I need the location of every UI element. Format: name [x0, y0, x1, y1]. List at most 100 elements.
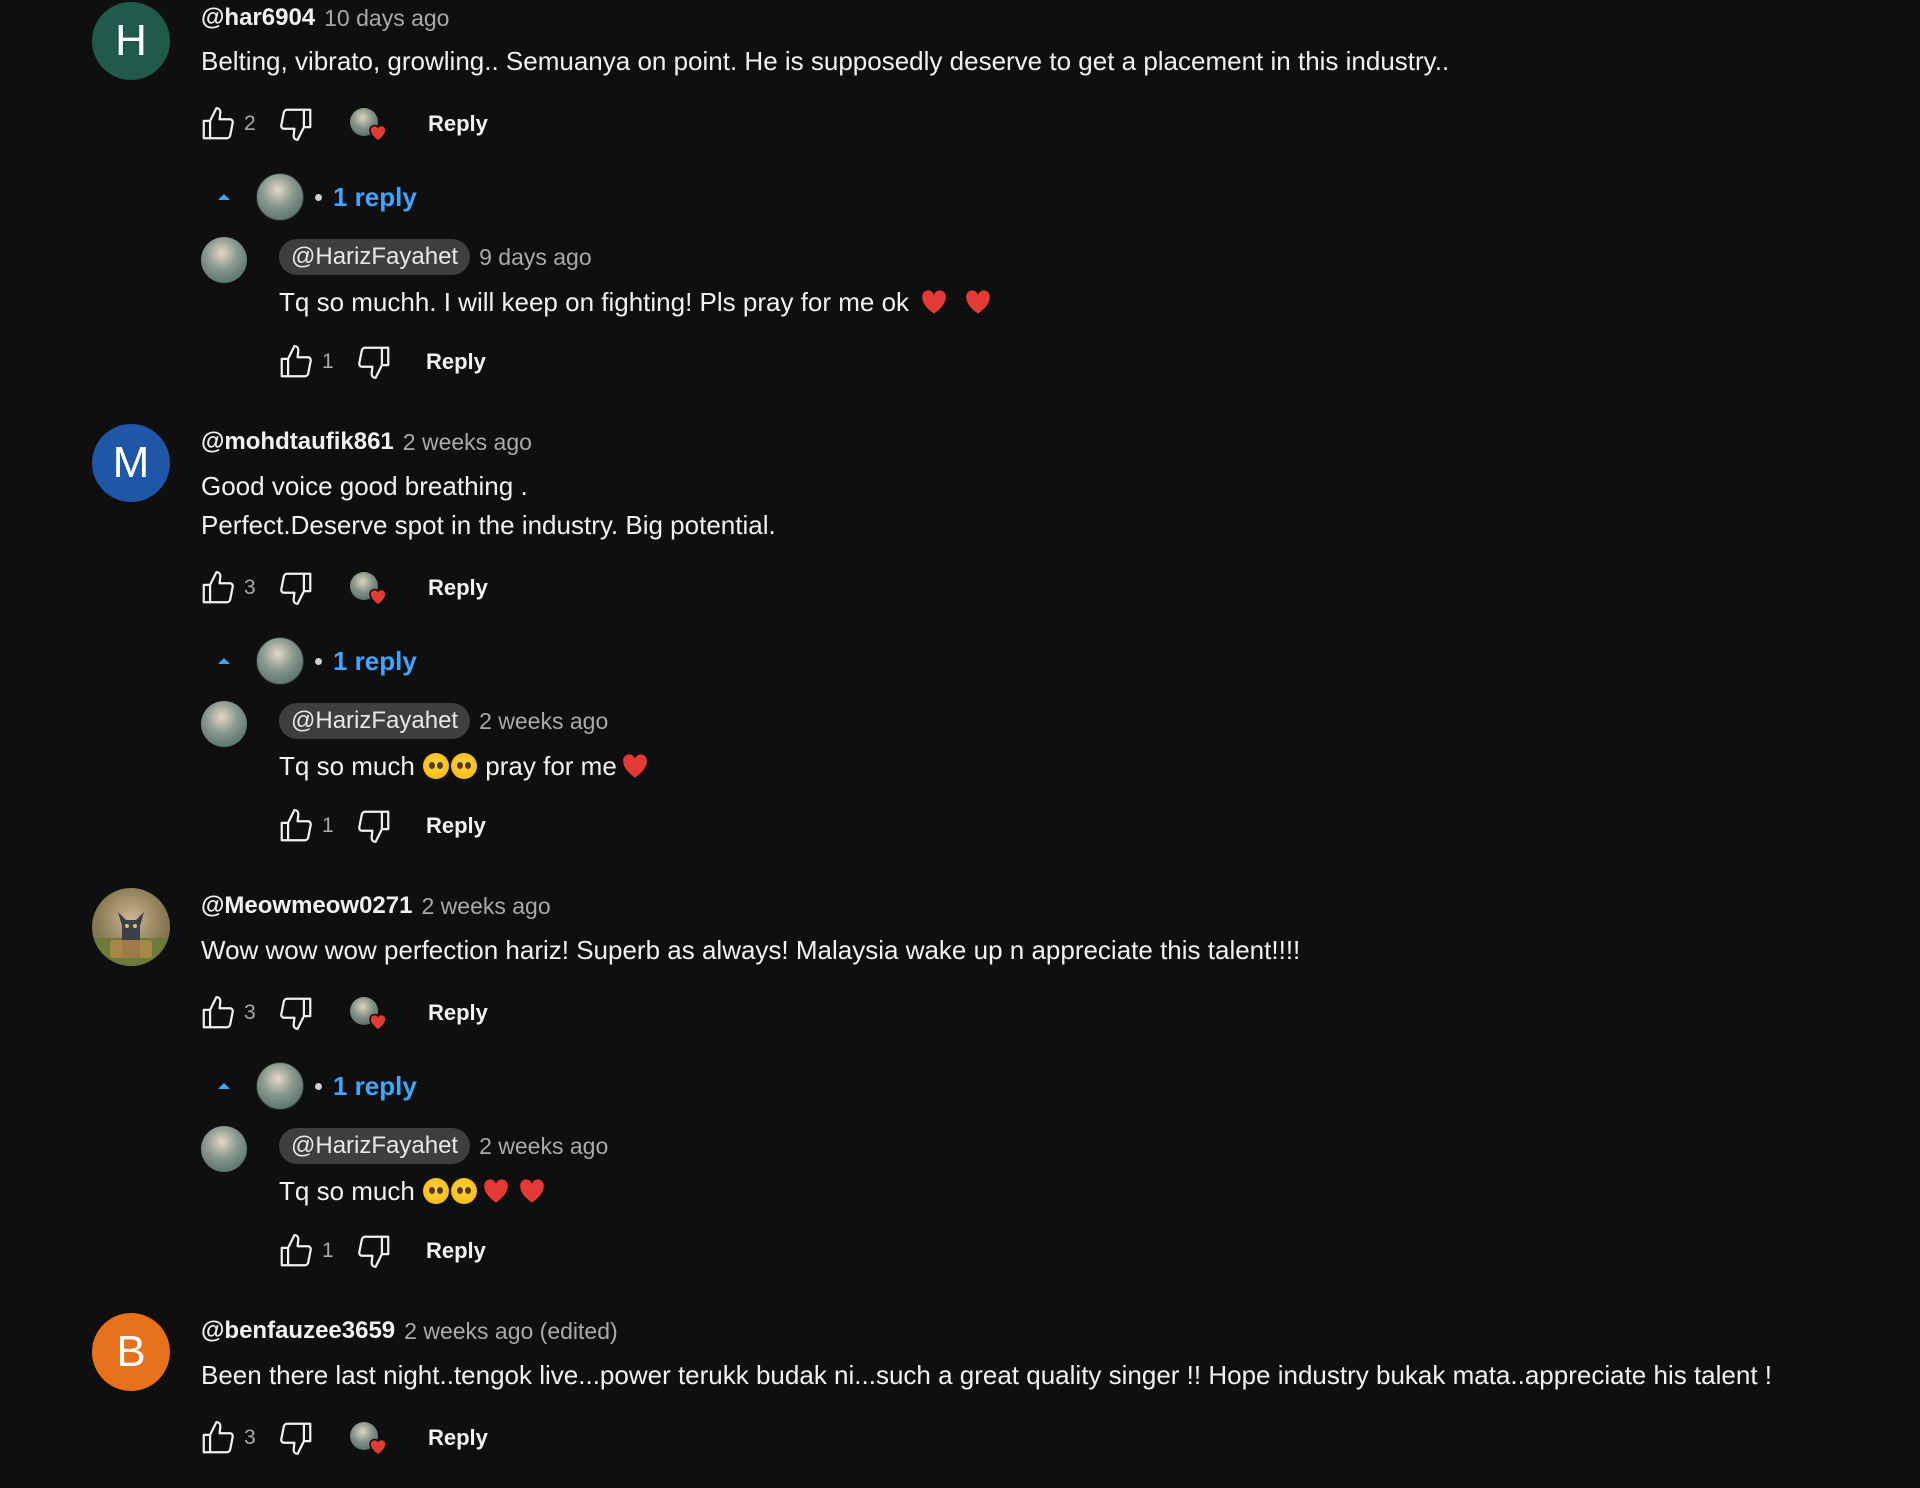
avatar[interactable]: M	[92, 424, 170, 502]
comment-author[interactable]: @har6904	[201, 4, 315, 32]
reply-text: Tq so muchh. I will keep on fighting! Pl…	[279, 283, 996, 322]
reply-author-chip[interactable]: @HarizFayahet	[279, 1128, 471, 1164]
reply-author-avatar[interactable]	[201, 1126, 247, 1172]
thumb-up-icon	[280, 809, 312, 842]
reply-time[interactable]: 2 weeks ago	[479, 708, 608, 735]
dislike-button[interactable]	[274, 1416, 318, 1460]
reply-button[interactable]: Reply	[426, 1238, 486, 1264]
like-count: 3	[244, 1001, 256, 1024]
like-button[interactable]	[274, 340, 318, 384]
reply-actions: 1 Reply	[274, 1229, 486, 1273]
comment-actions: 2 Reply	[196, 102, 488, 146]
creator-heart-badge	[346, 991, 390, 1035]
comment-author[interactable]: @benfauzee3659	[201, 1317, 395, 1345]
replies-toggle[interactable]: 1 reply	[212, 636, 417, 686]
thumb-down-icon	[280, 108, 312, 141]
replies-toggle[interactable]: 1 reply	[212, 172, 417, 222]
comment-time[interactable]: 2 weeks ago	[403, 429, 532, 456]
pleading-face-emoji	[423, 753, 450, 779]
comment-text-line: Perfect.Deserve spot in the industry. Bi…	[201, 510, 776, 540]
replies-count-link[interactable]: 1 reply	[333, 182, 417, 213]
caret-up-icon	[218, 658, 230, 664]
separator-dot	[315, 1082, 322, 1090]
comment-author[interactable]: @mohdtaufik861	[201, 428, 394, 456]
comment-text-line: Good voice good breathing .	[201, 471, 528, 501]
dislike-button[interactable]	[352, 1229, 396, 1273]
like-button[interactable]	[196, 566, 240, 610]
reply-text-content: Tq so muchh. I will keep on fighting! Pl…	[279, 287, 910, 317]
reply-button[interactable]: Reply	[426, 349, 486, 375]
pleading-face-emoji	[423, 1178, 450, 1204]
separator-dot	[315, 193, 322, 201]
heart-emoji	[484, 1179, 508, 1203]
like-button[interactable]	[196, 102, 240, 146]
creator-heart-icon	[369, 124, 387, 142]
comment-text: Been there last night..tengok live...pow…	[201, 1360, 1772, 1390]
like-count: 1	[322, 1239, 334, 1262]
comment-actions: 3 Reply	[196, 1416, 488, 1460]
like-button[interactable]	[274, 804, 318, 848]
reply-avatar-thumb	[256, 1062, 304, 1110]
pleading-face-emoji	[451, 753, 478, 779]
reply-button[interactable]: Reply	[426, 813, 486, 839]
reply-time[interactable]: 9 days ago	[479, 244, 592, 271]
thumb-down-icon	[280, 572, 312, 605]
reply-text: Tq so much	[279, 1172, 550, 1211]
reply-text-start: Tq so much	[279, 751, 415, 781]
replies-count-link[interactable]: 1 reply	[333, 1071, 417, 1102]
replies-count-link[interactable]: 1 reply	[333, 646, 417, 677]
comments-section: H @har6904 10 days ago Belting, vibrato,…	[0, 0, 1920, 1488]
thumb-down-icon	[358, 346, 390, 379]
reply-button[interactable]: Reply	[428, 1000, 488, 1026]
avatar[interactable]: B	[92, 1313, 170, 1391]
dislike-button[interactable]	[352, 804, 396, 848]
separator-dot	[315, 657, 322, 665]
thumb-down-icon	[358, 1235, 390, 1268]
thumb-down-icon	[358, 810, 390, 843]
comment-time[interactable]: 2 weeks ago (edited)	[404, 1318, 618, 1345]
comment-header: @Meowmeow0271 2 weeks ago	[201, 889, 551, 923]
like-count: 3	[244, 1426, 256, 1449]
dislike-button[interactable]	[274, 566, 318, 610]
reply-author-avatar[interactable]	[201, 701, 247, 747]
like-button[interactable]	[196, 991, 240, 1035]
comment-text: Belting, vibrato, growling.. Semuanya on…	[201, 46, 1450, 76]
like-button[interactable]	[196, 1416, 240, 1460]
reply-text: Tq so much pray for me	[279, 747, 653, 786]
heart-emoji	[622, 754, 647, 778]
heart-emoji	[922, 290, 947, 314]
creator-heart-icon	[369, 1438, 387, 1456]
creator-heart-badge	[346, 1416, 390, 1460]
like-count: 1	[322, 350, 334, 373]
reply-author-avatar[interactable]	[201, 237, 247, 283]
thumb-up-icon	[202, 107, 234, 140]
reply-button[interactable]: Reply	[428, 1425, 488, 1451]
replies-toggle[interactable]: 1 reply	[212, 1061, 417, 1111]
comment-author[interactable]: @Meowmeow0271	[201, 892, 412, 920]
reply-actions: 1 Reply	[274, 804, 486, 848]
reply-button[interactable]: Reply	[428, 111, 488, 137]
comment-text: Wow wow wow perfection hariz! Superb as …	[201, 935, 1301, 965]
thumb-up-icon	[202, 996, 234, 1029]
comment-time[interactable]: 10 days ago	[324, 5, 449, 32]
reply-time[interactable]: 2 weeks ago	[479, 1133, 608, 1160]
dislike-button[interactable]	[352, 340, 396, 384]
avatar[interactable]	[92, 888, 170, 966]
dislike-button[interactable]	[274, 102, 318, 146]
dislike-button[interactable]	[274, 991, 318, 1035]
heart-emoji	[965, 290, 990, 314]
comment-header: @har6904 10 days ago	[201, 1, 449, 35]
reply-avatar-thumb	[256, 637, 304, 685]
creator-heart-badge	[346, 102, 390, 146]
like-button[interactable]	[274, 1229, 318, 1273]
thumb-down-icon	[280, 997, 312, 1030]
reply-author-chip[interactable]: @HarizFayahet	[279, 703, 471, 739]
creator-heart-icon	[369, 1013, 387, 1031]
avatar[interactable]: H	[92, 2, 170, 80]
reply-author-chip[interactable]: @HarizFayahet	[279, 239, 471, 275]
comment-actions: 3 Reply	[196, 991, 488, 1035]
comment-time[interactable]: 2 weeks ago	[421, 893, 550, 920]
reply-button[interactable]: Reply	[428, 575, 488, 601]
comment-header: @mohdtaufik861 2 weeks ago	[201, 425, 532, 459]
thumb-up-icon	[280, 345, 312, 378]
